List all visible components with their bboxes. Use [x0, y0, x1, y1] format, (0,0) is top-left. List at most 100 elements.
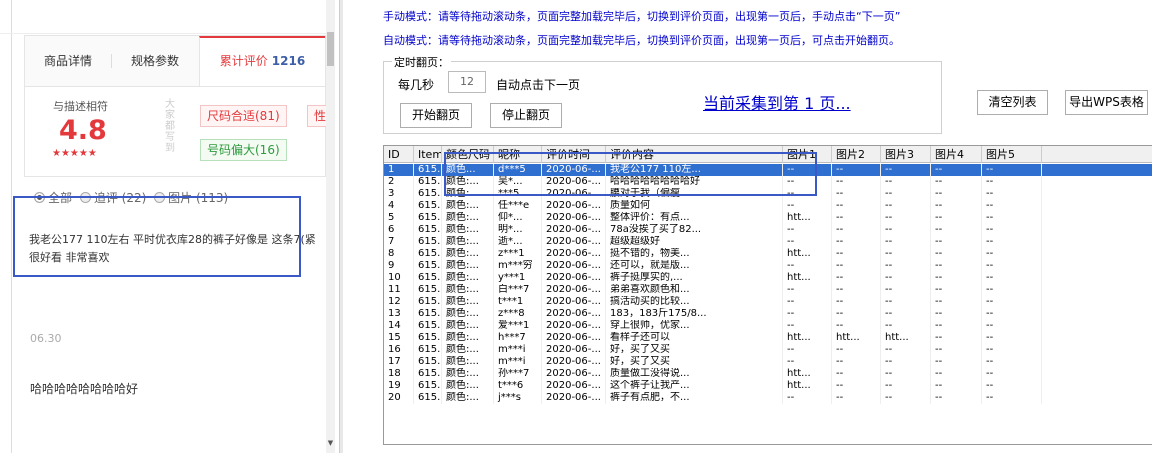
table-cell: --	[832, 212, 881, 224]
table-cell: 9	[384, 260, 414, 272]
table-row[interactable]: 5615...颜色:...仰*...2020-06-...整体评价：有点...h…	[384, 212, 1152, 224]
table-cell: --	[832, 200, 881, 212]
table-cell: --	[931, 380, 982, 392]
table-cell: --	[931, 344, 982, 356]
table-row[interactable]: 7615...颜色:...逝*...2020-06-...超级超级好------…	[384, 236, 1152, 248]
table-cell: 颜色:...	[442, 272, 494, 284]
clear-list-button[interactable]: 清空列表	[977, 90, 1048, 115]
table-cell: htt...	[783, 272, 832, 284]
column-header[interactable]: 图片4	[931, 146, 982, 163]
table-cell: --	[881, 200, 931, 212]
table-row[interactable]: 20615...颜色:...j***s2020-06-...裤子有点肥，不...…	[384, 392, 1152, 404]
table-row[interactable]: 4615...颜色:...任***e2020-06-...质量如何-------…	[384, 200, 1152, 212]
table-row[interactable]: 16615...颜色:...m***i2020-06-...好，买了又买----…	[384, 344, 1152, 356]
table-cell: 明*...	[494, 224, 542, 236]
table-cell: --	[982, 236, 1042, 248]
table-cell: 78a没挨了买了82...	[606, 224, 783, 236]
table-cell: 白***7	[494, 284, 542, 296]
table-cell: 颜色:...	[442, 260, 494, 272]
table-cell: 615...	[414, 188, 442, 200]
tag-truncated[interactable]: 性	[307, 105, 327, 127]
table-cell: --	[881, 296, 931, 308]
table-cell: --	[931, 284, 982, 296]
table-cell: --	[881, 212, 931, 224]
review-count: 1216	[271, 54, 306, 68]
progress-link[interactable]: 当前采集到第 1 页...	[703, 90, 851, 114]
table-row[interactable]: 8615...颜色:...z***12020-06-...挺不错的，物美...h…	[384, 248, 1152, 260]
scroll-down-icon[interactable]: ▼	[326, 439, 335, 447]
table-row[interactable]: 13615...颜色:...z***82020-06-...183，183斤17…	[384, 308, 1152, 320]
tag-size-large[interactable]: 号码偏大(16)	[200, 139, 287, 161]
table-cell: --	[832, 188, 881, 200]
table-cell: --	[931, 272, 982, 284]
table-row[interactable]: 12615...颜色:...t***12020-06-...搞活动买的比较...…	[384, 296, 1152, 308]
screenshot-root: 商品详情 规格参数 累计评价 1216 与描述相符 4.8 ★★★★★ 大家都写到…	[0, 0, 1152, 453]
seconds-input[interactable]: 12	[448, 71, 486, 93]
table-cell: 2020-06-...	[542, 332, 606, 344]
table-cell: 615...	[414, 248, 442, 260]
column-header[interactable]: 图片3	[881, 146, 931, 163]
table-cell: --	[783, 236, 832, 248]
table-cell: 2020-06-...	[542, 284, 606, 296]
table-cell: --	[881, 248, 931, 260]
table-cell: --	[832, 260, 881, 272]
table-cell: --	[832, 176, 881, 188]
table-cell: 仰*...	[494, 212, 542, 224]
browser-left-gutter	[0, 0, 12, 453]
scrollbar-thumb[interactable]	[327, 32, 334, 66]
column-header[interactable]: 图片5	[982, 146, 1042, 163]
table-cell: 裤子挺厚实的,...	[606, 272, 783, 284]
table-cell: --	[931, 164, 982, 176]
table-row[interactable]: 19615...颜色:...t***62020-06-...这个裤子让我产...…	[384, 380, 1152, 392]
highlight-box-review	[13, 196, 301, 277]
table-cell: --	[783, 320, 832, 332]
table-cell: 爱***1	[494, 320, 542, 332]
table-cell: --	[982, 200, 1042, 212]
table-row[interactable]: 6615...颜色:...明*...2020-06-...78a没挨了买了82.…	[384, 224, 1152, 236]
tab-reviews[interactable]: 累计评价 1216	[199, 36, 325, 86]
table-cell: htt...	[783, 332, 832, 344]
table-cell: 颜色:...	[442, 380, 494, 392]
export-wps-button[interactable]: 导出WPS表格	[1065, 90, 1148, 115]
table-cell: --	[931, 200, 982, 212]
table-cell: 挺不错的，物美...	[606, 248, 783, 260]
table-row[interactable]: 17615...颜色:...m***i2020-06-...好，买了又买----…	[384, 356, 1152, 368]
table-cell: --	[931, 356, 982, 368]
table-cell: 615...	[414, 356, 442, 368]
table-cell: 615...	[414, 308, 442, 320]
table-row[interactable]: 18615...颜色:...孙***72020-06-...质量做工没得说...…	[384, 368, 1152, 380]
column-header[interactable]: ID	[384, 146, 414, 163]
table-cell: --	[783, 284, 832, 296]
table-cell: 14	[384, 320, 414, 332]
tab-product-details[interactable]: 商品详情	[25, 36, 111, 86]
table-cell: 颜色:...	[442, 332, 494, 344]
tag-size-fits[interactable]: 尺码合适(81)	[200, 105, 287, 127]
table-cell: --	[783, 308, 832, 320]
timer-page-group: 定时翻页： 每几秒 12 自动点击下一页 开始翻页 停止翻页	[383, 54, 942, 134]
table-row[interactable]: 10615...颜色:...y***12020-06-...裤子挺厚实的,...…	[384, 272, 1152, 284]
table-row[interactable]: 14615...颜色:...爱***12020-06-...穿上很帅，优家...…	[384, 320, 1152, 332]
tab-specifications[interactable]: 规格参数	[111, 36, 199, 86]
table-cell: htt...	[783, 248, 832, 260]
table-cell: --	[881, 308, 931, 320]
table-cell: 13	[384, 308, 414, 320]
table-cell: htt...	[783, 368, 832, 380]
column-header[interactable]: 图片2	[832, 146, 881, 163]
table-cell: --	[982, 344, 1042, 356]
column-header[interactable]: ItemID	[414, 146, 442, 163]
table-row[interactable]: 11615...颜色:...白***72020-06-...弟弟喜欢颜色和...…	[384, 284, 1152, 296]
stop-paging-button[interactable]: 停止翻页	[490, 103, 562, 128]
table-cell: --	[931, 368, 982, 380]
table-cell: 10	[384, 272, 414, 284]
browser-scrollbar[interactable]: ▼	[326, 0, 335, 453]
table-cell: --	[832, 344, 881, 356]
table-row[interactable]: 15615...颜色:...h***72020-06-...看样子还可以htt.…	[384, 332, 1152, 344]
table-cell: 18	[384, 368, 414, 380]
table-cell: 颜色:...	[442, 344, 494, 356]
table-cell: --	[982, 296, 1042, 308]
start-paging-button[interactable]: 开始翻页	[400, 103, 472, 128]
table-row[interactable]: 9615...颜色:...m***穷2020-06-...还可以，就是版...-…	[384, 260, 1152, 272]
table-cell: --	[832, 392, 881, 404]
table-cell: --	[931, 248, 982, 260]
table-cell: --	[982, 356, 1042, 368]
